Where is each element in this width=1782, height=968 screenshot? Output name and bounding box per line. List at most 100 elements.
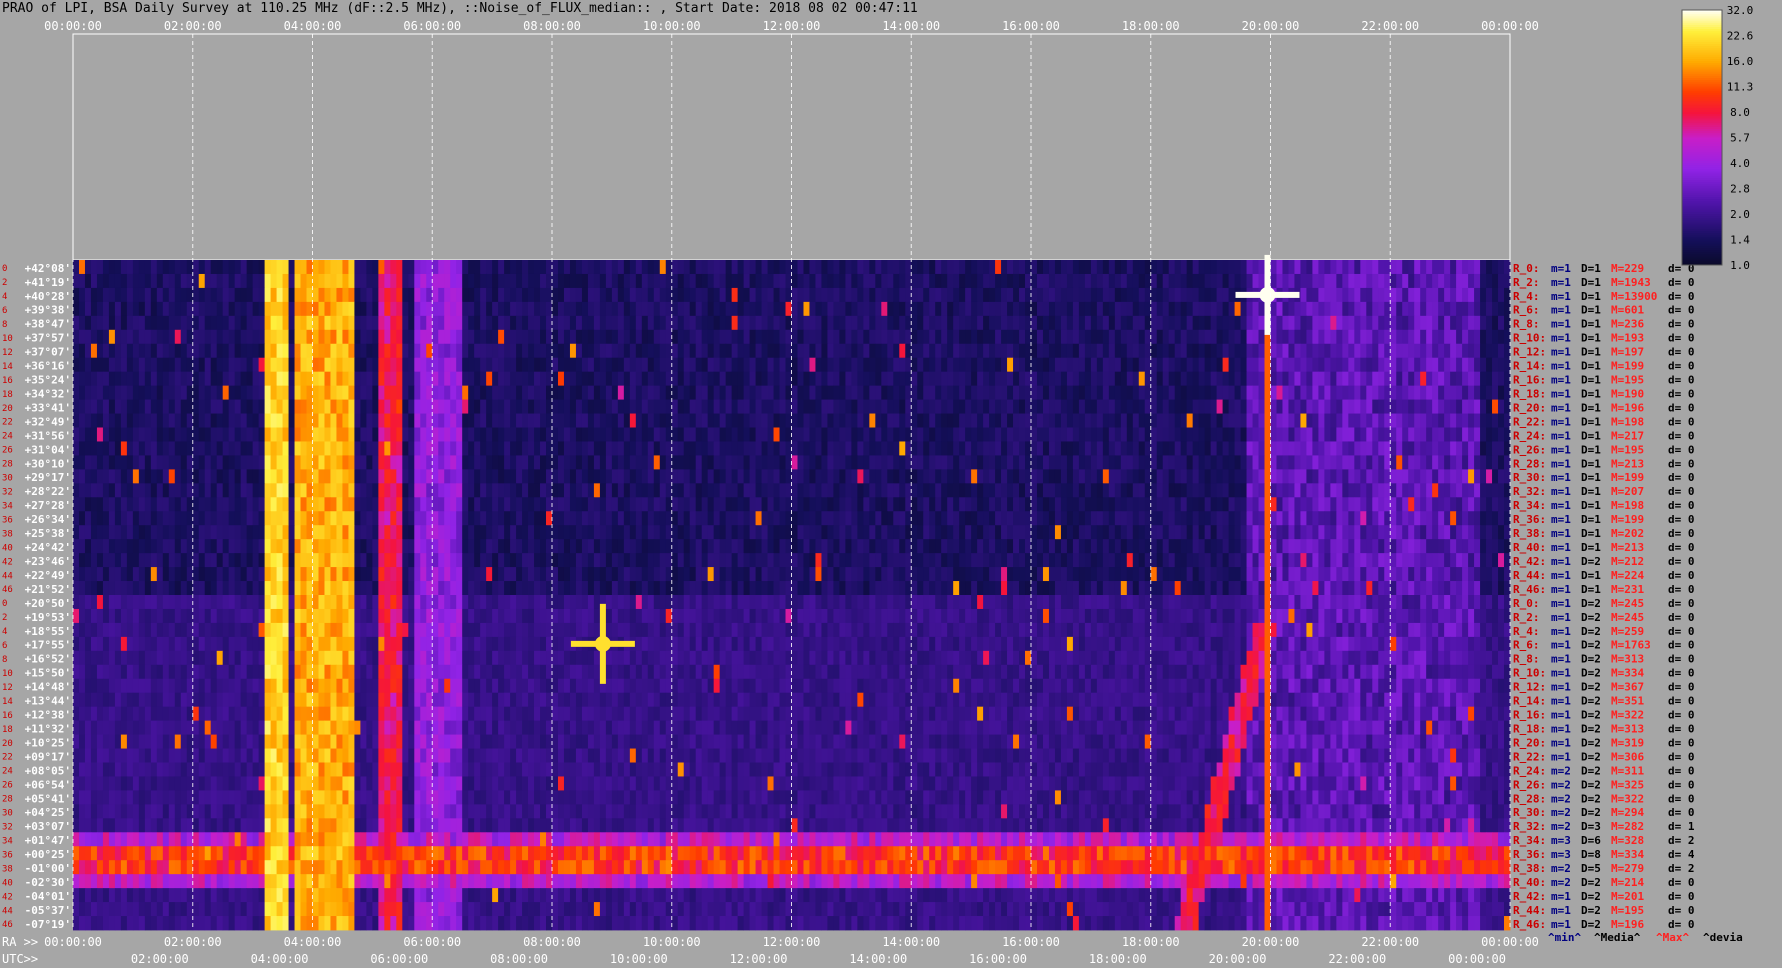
heatmap-cell (222, 441, 230, 456)
heatmap-cell (552, 413, 559, 428)
heatmap-cell (540, 273, 547, 289)
heatmap-cell (653, 371, 661, 387)
heatmap-cell (324, 260, 331, 275)
heatmap-cell (1282, 399, 1289, 414)
heatmap-cell (1378, 455, 1385, 470)
heatmap-cell (743, 273, 750, 289)
heatmap-cell (1366, 273, 1373, 289)
heatmap-cell (569, 329, 577, 345)
heatmap-cell (725, 469, 733, 484)
heatmap-cell (150, 525, 158, 540)
heatmap-cell (318, 315, 325, 331)
heatmap-cell (911, 371, 918, 387)
heatmap-cell (366, 525, 373, 540)
heatmap-cell (1042, 273, 1050, 289)
heatmap-cell (611, 525, 619, 540)
heatmap-cell (1102, 329, 1110, 345)
heatmap-cell (953, 441, 960, 456)
heatmap-cell (1486, 273, 1493, 289)
heatmap-cell (120, 343, 128, 359)
heatmap-cell (522, 497, 529, 512)
heatmap-cell (1001, 413, 1008, 428)
heatmap-cell (713, 371, 721, 387)
heatmap-cell (893, 441, 900, 456)
heatmap-cell (1114, 483, 1122, 498)
heatmap-cell (1090, 441, 1098, 456)
heatmap-cell (1186, 511, 1194, 526)
heatmap-cell (569, 357, 577, 373)
heatmap-cell (1108, 301, 1116, 317)
heatmap-cell (731, 427, 739, 442)
heatmap-cell (1312, 427, 1319, 442)
heatmap-cell (959, 427, 966, 442)
heatmap-cell (899, 441, 906, 456)
heatmap-cell (306, 525, 313, 540)
heatmap-cell (707, 357, 715, 373)
heatmap-cell (1126, 273, 1134, 289)
heatmap-cell (1456, 399, 1463, 414)
heatmap-cell (845, 469, 852, 484)
heatmap-cell (1174, 315, 1182, 331)
heatmap-cell (126, 525, 134, 540)
heatmap-cell (402, 329, 409, 345)
heatmap-cell (186, 399, 194, 414)
heatmap-cell (599, 427, 607, 442)
heatmap-cell (534, 385, 541, 400)
heatmap-cell (426, 343, 433, 359)
heatmap-cell (1306, 469, 1313, 484)
heatmap-cell (1013, 539, 1020, 554)
heatmap-cell (90, 287, 98, 303)
heatmap-cell (1060, 441, 1068, 456)
heatmap-cell (635, 413, 643, 428)
heatmap-cell (809, 497, 816, 512)
heatmap-cell (1102, 287, 1110, 303)
heatmap-cell (510, 399, 517, 414)
heatmap-cell (168, 539, 176, 554)
heatmap-cell (833, 525, 840, 540)
heatmap-cell (1372, 483, 1379, 498)
heatmap-cell (378, 301, 385, 317)
heatmap-cell (605, 525, 613, 540)
heatmap-cell (438, 371, 445, 387)
heatmap-cell (450, 315, 457, 331)
heatmap-cell (869, 539, 876, 554)
heatmap-cell (1300, 497, 1307, 512)
heatmap-cell (126, 385, 134, 400)
heatmap-cell (438, 455, 445, 470)
heatmap-cell (557, 525, 565, 540)
heatmap-cell (731, 385, 739, 400)
heatmap-cell (1306, 497, 1313, 512)
heatmap-cell (1031, 427, 1038, 442)
heatmap-cell (557, 329, 565, 345)
heatmap-cell (1054, 357, 1062, 373)
heatmap-cell (1474, 413, 1481, 428)
heatmap-cell (420, 371, 427, 387)
heatmap-cell (617, 399, 625, 414)
heatmap-cell (462, 455, 469, 470)
heatmap-cell (1312, 441, 1319, 456)
heatmap-cell (887, 371, 894, 387)
heatmap-cell (671, 260, 679, 275)
heatmap-cell (228, 497, 236, 512)
heatmap-cell (1216, 287, 1223, 303)
heatmap-cell (474, 413, 481, 428)
heatmap-cell (342, 260, 349, 275)
heatmap-cell (689, 511, 697, 526)
heatmap-cell (1396, 343, 1403, 359)
heatmap-cell (713, 539, 721, 554)
heatmap-cell (1498, 455, 1505, 470)
heatmap-cell (1474, 315, 1481, 331)
heatmap-cell (635, 525, 643, 540)
heatmap-cell (420, 260, 427, 275)
heatmap-cell (402, 539, 409, 554)
heatmap-cell (468, 301, 475, 317)
heatmap-cell (252, 287, 260, 303)
heatmap-cell (252, 260, 260, 275)
heatmap-cell (755, 357, 762, 373)
heatmap-cell (384, 427, 391, 442)
heatmap-cell (516, 273, 523, 289)
heatmap-cell (1228, 371, 1235, 387)
heatmap-cell (1468, 469, 1475, 484)
heatmap-cell (1168, 539, 1176, 554)
heatmap-cell (330, 511, 337, 526)
